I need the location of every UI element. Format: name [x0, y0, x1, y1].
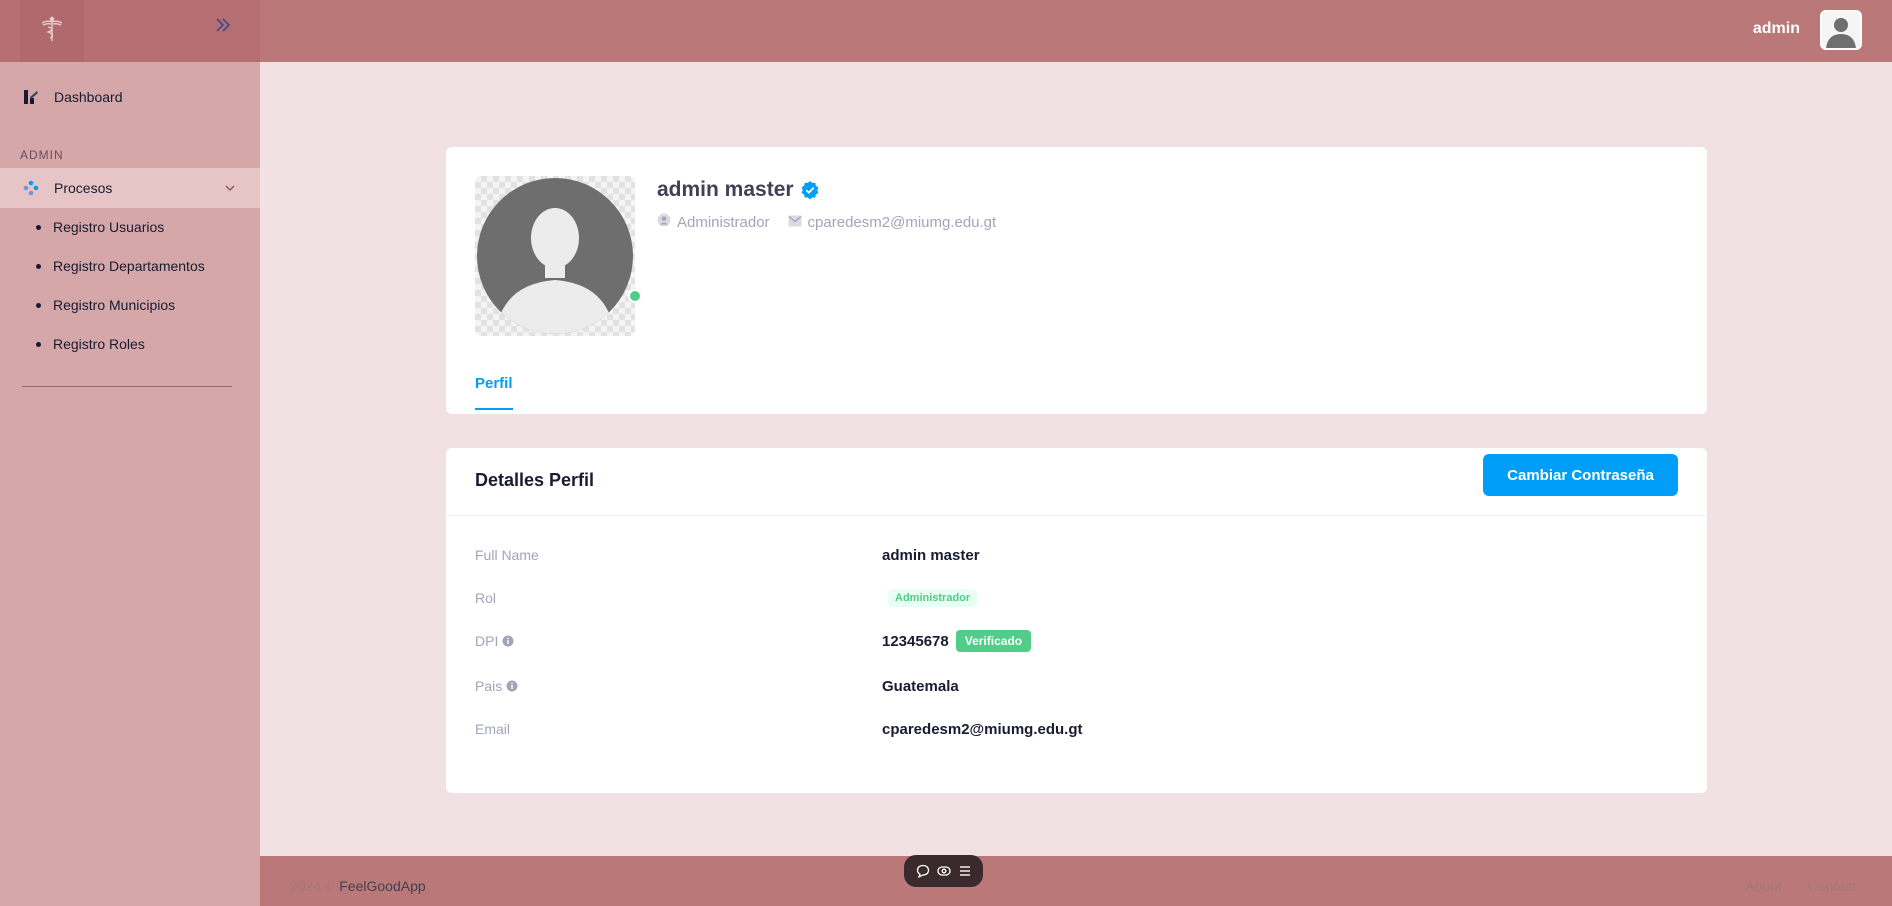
brand-area — [0, 0, 260, 62]
footer-links: About Contact — [1723, 878, 1856, 894]
dpi-value: 12345678 — [882, 632, 949, 650]
footer-link-about[interactable]: About — [1745, 878, 1782, 894]
sidebar-item-dashboard[interactable]: Dashboard — [0, 77, 260, 117]
detail-row-email: Email cparedesm2@miumg.edu.gt — [475, 717, 1675, 741]
top-header: admin — [0, 0, 1892, 62]
profile-name: admin master — [657, 178, 820, 202]
footer-app-link[interactable]: FeelGoodApp — [339, 878, 425, 894]
sidebar-item-label: Procesos — [54, 180, 113, 196]
sidebar-item-label: Dashboard — [54, 89, 123, 105]
detail-value: Administrador — [882, 589, 978, 607]
sidebar-subitem-label: Registro Municipios — [53, 297, 176, 313]
detail-value: 12345678 Verificado — [882, 630, 1032, 652]
sidebar-subitem-label: Registro Usuarios — [53, 219, 165, 235]
detail-row-rol: Rol Administrador — [475, 586, 1675, 610]
verified-icon — [800, 180, 820, 200]
profile-meta: Administrador cparedesm2@miumg.edu.gt — [657, 213, 1014, 231]
footer-year: 2024 © — [290, 878, 336, 894]
detail-value: admin master — [882, 546, 980, 564]
sidebar-subitem-registro-municipios[interactable]: Registro Municipios — [36, 297, 175, 313]
chevron-down-icon — [224, 181, 236, 197]
double-chevron-right-icon — [214, 16, 232, 39]
chat-icon[interactable] — [916, 864, 930, 878]
procesos-icon — [22, 179, 40, 197]
info-icon[interactable] — [506, 680, 518, 692]
profile-email-text: cparedesm2@miumg.edu.gt — [807, 213, 997, 231]
verified-badge: Verificado — [955, 630, 1032, 652]
mail-icon — [788, 214, 808, 231]
footer: 2024 © FeelGoodApp About Contact — [260, 856, 1892, 906]
detail-label: Email — [475, 721, 511, 737]
detail-label: DPI — [475, 633, 882, 649]
details-title: Detalles Perfil — [475, 470, 595, 490]
info-icon[interactable] — [502, 635, 514, 647]
detail-label: Rol — [475, 590, 497, 606]
detail-label-text: Pais — [475, 678, 503, 694]
header-avatar[interactable] — [1820, 10, 1862, 50]
detail-value: Guatemala — [882, 677, 959, 695]
profile-role-text: Administrador — [677, 213, 770, 231]
role-badge: Administrador — [888, 589, 978, 607]
detail-value: cparedesm2@miumg.edu.gt — [882, 720, 1083, 738]
sidebar-subitem-label: Registro Departamentos — [53, 258, 205, 274]
user-icon — [657, 213, 677, 231]
sidebar-section-title: ADMIN — [20, 148, 64, 162]
profile-overview-card: admin master Administrador cparedesm2@mi… — [446, 147, 1707, 414]
sidebar-subitem-registro-roles[interactable]: Registro Roles — [36, 336, 145, 352]
sidebar: Dashboard ADMIN Procesos Registro Usuari… — [0, 62, 260, 906]
sidebar-divider — [22, 386, 232, 387]
profile-avatar — [475, 176, 635, 336]
detail-row-full-name: Full Name admin master — [475, 543, 1675, 567]
sidebar-subitem-label: Registro Roles — [53, 336, 145, 352]
detail-label: Pais — [475, 678, 882, 694]
detail-label-text: DPI — [475, 633, 499, 649]
detail-row-pais: Pais Guatemala — [475, 674, 1675, 698]
bullet — [36, 263, 41, 269]
detail-row-dpi: DPI 12345678 Verificado — [475, 629, 1675, 653]
detail-label: Full Name — [475, 547, 539, 563]
app-logo[interactable] — [20, 0, 84, 62]
sidebar-item-procesos[interactable]: Procesos — [0, 168, 260, 208]
menu-icon[interactable] — [958, 864, 972, 878]
sidebar-toggle-button[interactable] — [212, 16, 234, 38]
dashboard-icon — [22, 88, 40, 106]
profile-name-text: admin master — [657, 178, 794, 201]
profile-role: Administrador — [657, 213, 770, 231]
bullet — [36, 302, 41, 308]
sidebar-subitem-registro-departamentos[interactable]: Registro Departamentos — [36, 258, 205, 274]
profile-email[interactable]: cparedesm2@miumg.edu.gt — [788, 213, 997, 231]
footer-link-contact[interactable]: Contact — [1808, 878, 1856, 894]
tab-perfil[interactable]: Perfil — [475, 375, 513, 410]
details-card-header: Detalles Perfil Cambiar Contraseña — [446, 448, 1707, 516]
eye-icon[interactable] — [936, 864, 951, 878]
bullet — [36, 224, 41, 230]
sidebar-subitem-registro-usuarios[interactable]: Registro Usuarios — [36, 219, 164, 235]
floating-toolbar — [904, 855, 983, 887]
online-status-indicator — [628, 289, 642, 303]
header-user-name[interactable]: admin — [1753, 20, 1800, 38]
change-password-button[interactable]: Cambiar Contraseña — [1483, 454, 1678, 496]
caduceus-icon — [38, 15, 66, 48]
footer-copyright: 2024 © FeelGoodApp — [290, 878, 426, 894]
bullet — [36, 341, 41, 347]
profile-details-card: Detalles Perfil Cambiar Contraseña Full … — [446, 448, 1707, 793]
